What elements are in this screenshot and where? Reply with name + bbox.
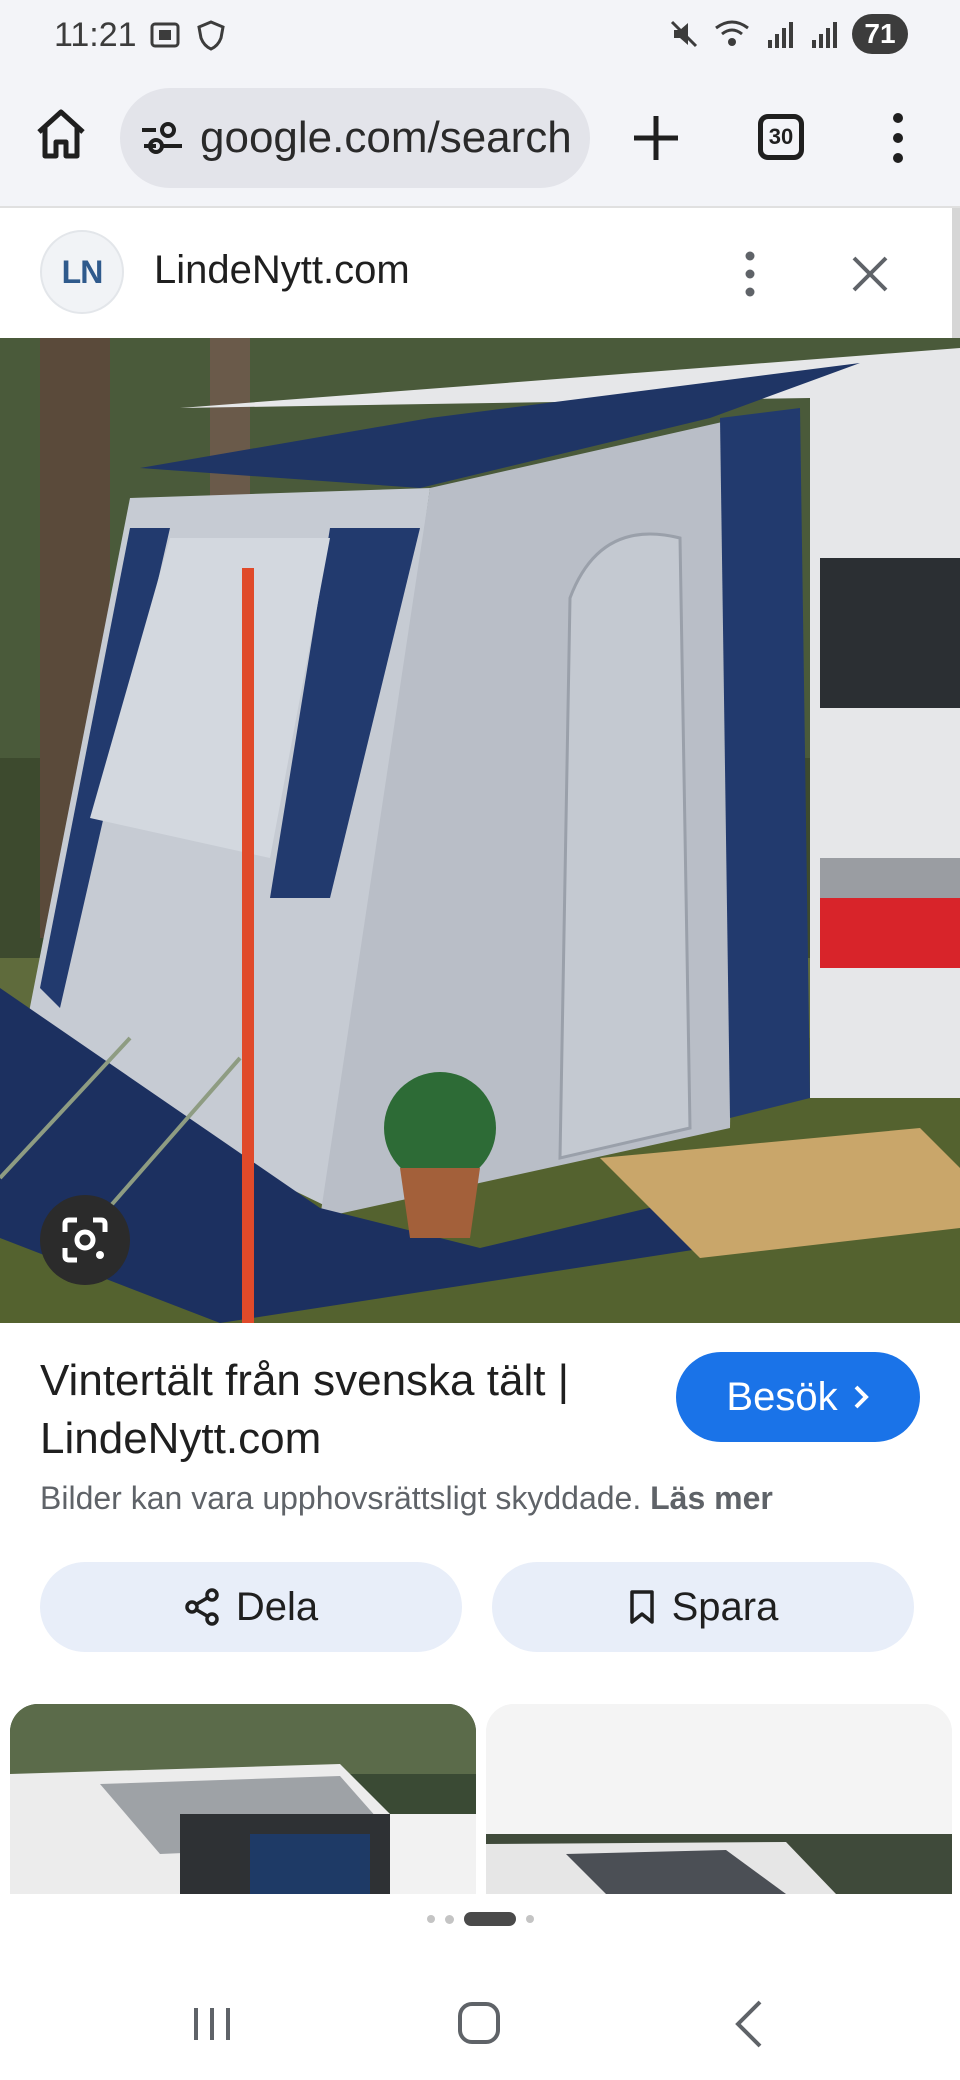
source-header: LN LindeNytt.com: [0, 208, 950, 338]
pager-dot: [426, 1915, 435, 1923]
save-button[interactable]: Spara: [492, 1562, 914, 1652]
battery-indicator: 71: [852, 14, 908, 54]
signal-icon: [768, 22, 793, 48]
copyright-text: Bilder kan vara upphovsrättsligt skyddad…: [40, 1480, 642, 1516]
tab-switcher-button[interactable]: 30: [758, 114, 804, 160]
lens-search-button[interactable]: [40, 1195, 130, 1285]
system-navigation-bar: [0, 1960, 960, 2080]
status-time: 11:21: [54, 16, 137, 54]
shield-icon: [197, 20, 225, 51]
browser-toolbar: google.com/search 30: [0, 72, 960, 208]
chevron-right-icon: [854, 1385, 869, 1409]
signal-icon: [812, 22, 837, 48]
site-settings-icon[interactable]: [140, 118, 184, 158]
share-button[interactable]: Dela: [40, 1562, 462, 1652]
status-bar: 11:21 71: [0, 0, 960, 72]
visit-button[interactable]: Besök: [676, 1352, 920, 1442]
bookmark-icon: [629, 1590, 654, 1624]
learn-more-link[interactable]: Läs mer: [650, 1480, 773, 1516]
home-button-icon[interactable]: [456, 2000, 502, 2046]
mute-icon: [670, 20, 698, 48]
pager-dot: [525, 1915, 534, 1923]
source-logo: LN: [40, 230, 124, 314]
share-icon: [185, 1588, 219, 1626]
close-icon[interactable]: [846, 250, 894, 298]
pager-dot: [444, 1914, 454, 1924]
status-notification-icons: [148, 18, 228, 52]
home-icon[interactable]: [34, 106, 88, 162]
google-lens-icon: [62, 1217, 108, 1263]
url-text: google.com/search: [200, 113, 572, 162]
copyright-notice: Bilder kan vara upphovsrättsligt skyddad…: [40, 1480, 773, 1517]
wifi-icon: [715, 20, 749, 46]
status-system-icons: 71: [668, 14, 908, 54]
visit-button-label: Besök: [726, 1374, 838, 1419]
screenshot-icon: [150, 22, 180, 48]
carousel-pager: [0, 1912, 960, 1926]
result-title[interactable]: Vintertält från svenska tält | LindeNytt…: [40, 1352, 650, 1468]
recent-apps-icon[interactable]: [190, 2004, 234, 2044]
share-label: Dela: [235, 1584, 319, 1629]
address-bar[interactable]: google.com/search: [120, 88, 590, 188]
related-image[interactable]: [486, 1704, 952, 1894]
new-tab-icon[interactable]: [630, 112, 682, 164]
result-image[interactable]: [0, 338, 960, 1323]
more-options-icon[interactable]: [880, 110, 916, 166]
pager-dot-active: [463, 1912, 516, 1926]
related-image[interactable]: [10, 1704, 476, 1894]
source-name[interactable]: LindeNytt.com: [154, 248, 410, 293]
save-label: Spara: [671, 1584, 779, 1629]
more-options-icon[interactable]: [734, 248, 766, 300]
back-icon[interactable]: [730, 1998, 766, 2050]
